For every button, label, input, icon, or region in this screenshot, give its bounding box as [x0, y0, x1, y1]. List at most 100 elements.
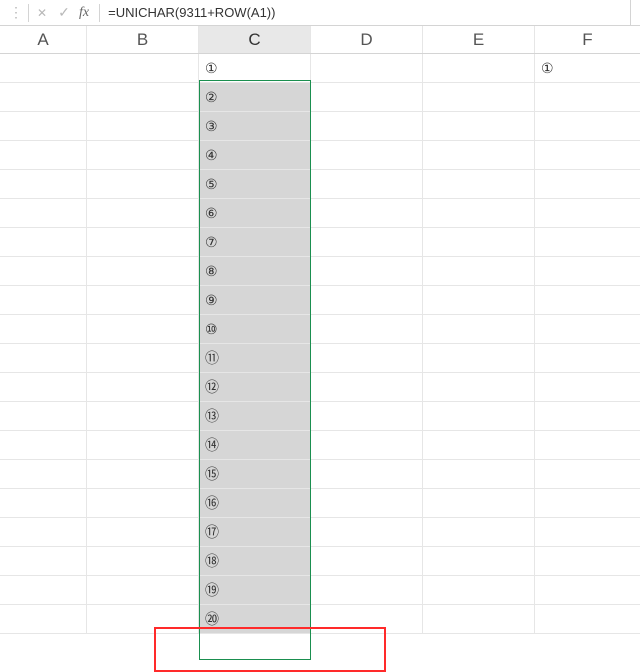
- cell-F9[interactable]: [535, 286, 640, 315]
- cell-B5[interactable]: [87, 170, 199, 199]
- cell-B16[interactable]: [87, 489, 199, 518]
- cell-C10[interactable]: ⑩: [199, 315, 311, 344]
- cell-E20[interactable]: [423, 605, 535, 634]
- cell-E3[interactable]: [423, 112, 535, 141]
- cell-D4[interactable]: [311, 141, 423, 170]
- cell-F18[interactable]: [535, 547, 640, 576]
- cell-F10[interactable]: [535, 315, 640, 344]
- cell-C2[interactable]: ②: [199, 83, 311, 112]
- cell-B13[interactable]: [87, 402, 199, 431]
- cell-F15[interactable]: [535, 460, 640, 489]
- fx-icon[interactable]: fx: [75, 5, 97, 21]
- cell-B2[interactable]: [87, 83, 199, 112]
- cell-C1[interactable]: ①: [199, 54, 311, 83]
- cell-A13[interactable]: [0, 402, 87, 431]
- cell-D18[interactable]: [311, 547, 423, 576]
- cell-F8[interactable]: [535, 257, 640, 286]
- cell-A14[interactable]: [0, 431, 87, 460]
- cell-A19[interactable]: [0, 576, 87, 605]
- cell-C9[interactable]: ⑨: [199, 286, 311, 315]
- cell-B3[interactable]: [87, 112, 199, 141]
- cell-E9[interactable]: [423, 286, 535, 315]
- cell-A6[interactable]: [0, 199, 87, 228]
- dropdown-icon[interactable]: ⋮: [4, 3, 26, 23]
- cell-E17[interactable]: [423, 518, 535, 547]
- cell-E2[interactable]: [423, 83, 535, 112]
- cell-F5[interactable]: [535, 170, 640, 199]
- cell-F12[interactable]: [535, 373, 640, 402]
- cell-A7[interactable]: [0, 228, 87, 257]
- cell-D7[interactable]: [311, 228, 423, 257]
- cell-B8[interactable]: [87, 257, 199, 286]
- cell-F6[interactable]: [535, 199, 640, 228]
- cell-E7[interactable]: [423, 228, 535, 257]
- cell-C18[interactable]: ⑱: [199, 547, 311, 576]
- cell-E6[interactable]: [423, 199, 535, 228]
- col-header-D[interactable]: D: [311, 26, 423, 53]
- col-header-A[interactable]: A: [0, 26, 87, 53]
- cell-E13[interactable]: [423, 402, 535, 431]
- cell-D14[interactable]: [311, 431, 423, 460]
- cell-E18[interactable]: [423, 547, 535, 576]
- col-header-C[interactable]: C: [199, 26, 311, 53]
- cell-C20[interactable]: ⑳: [199, 605, 311, 634]
- cell-F16[interactable]: [535, 489, 640, 518]
- cell-D19[interactable]: [311, 576, 423, 605]
- cell-B15[interactable]: [87, 460, 199, 489]
- cell-E16[interactable]: [423, 489, 535, 518]
- cell-C19[interactable]: ⑲: [199, 576, 311, 605]
- col-header-B[interactable]: B: [87, 26, 199, 53]
- cell-A10[interactable]: [0, 315, 87, 344]
- cell-A18[interactable]: [0, 547, 87, 576]
- cell-A17[interactable]: [0, 518, 87, 547]
- cell-E1[interactable]: [423, 54, 535, 83]
- cell-C4[interactable]: ④: [199, 141, 311, 170]
- cell-F17[interactable]: [535, 518, 640, 547]
- cell-E11[interactable]: [423, 344, 535, 373]
- cell-E14[interactable]: [423, 431, 535, 460]
- cell-C3[interactable]: ③: [199, 112, 311, 141]
- cell-B14[interactable]: [87, 431, 199, 460]
- cell-D10[interactable]: [311, 315, 423, 344]
- cell-B7[interactable]: [87, 228, 199, 257]
- cell-B19[interactable]: [87, 576, 199, 605]
- cell-D9[interactable]: [311, 286, 423, 315]
- cell-A3[interactable]: [0, 112, 87, 141]
- cell-F2[interactable]: [535, 83, 640, 112]
- cell-C7[interactable]: ⑦: [199, 228, 311, 257]
- cell-A11[interactable]: [0, 344, 87, 373]
- cell-A9[interactable]: [0, 286, 87, 315]
- cell-A8[interactable]: [0, 257, 87, 286]
- cell-A2[interactable]: [0, 83, 87, 112]
- cell-B12[interactable]: [87, 373, 199, 402]
- cell-C11[interactable]: ⑪: [199, 344, 311, 373]
- cell-D1[interactable]: [311, 54, 423, 83]
- cell-A5[interactable]: [0, 170, 87, 199]
- cell-B9[interactable]: [87, 286, 199, 315]
- formula-bar-expand[interactable]: [630, 0, 640, 25]
- cell-D3[interactable]: [311, 112, 423, 141]
- cell-E12[interactable]: [423, 373, 535, 402]
- cell-D15[interactable]: [311, 460, 423, 489]
- cell-E15[interactable]: [423, 460, 535, 489]
- cell-D12[interactable]: [311, 373, 423, 402]
- cell-C16[interactable]: ⑯: [199, 489, 311, 518]
- cell-B11[interactable]: [87, 344, 199, 373]
- cell-F20[interactable]: [535, 605, 640, 634]
- cell-B4[interactable]: [87, 141, 199, 170]
- cell-F3[interactable]: [535, 112, 640, 141]
- cell-F7[interactable]: [535, 228, 640, 257]
- cell-F1[interactable]: ①: [535, 54, 640, 83]
- cell-A20[interactable]: [0, 605, 87, 634]
- cell-C15[interactable]: ⑮: [199, 460, 311, 489]
- cell-E8[interactable]: [423, 257, 535, 286]
- cell-D17[interactable]: [311, 518, 423, 547]
- cell-B10[interactable]: [87, 315, 199, 344]
- cell-D11[interactable]: [311, 344, 423, 373]
- cell-C17[interactable]: ⑰: [199, 518, 311, 547]
- formula-input[interactable]: [102, 0, 630, 25]
- cell-F19[interactable]: [535, 576, 640, 605]
- cell-C12[interactable]: ⑫: [199, 373, 311, 402]
- cell-A1[interactable]: [0, 54, 87, 83]
- cell-C13[interactable]: ⑬: [199, 402, 311, 431]
